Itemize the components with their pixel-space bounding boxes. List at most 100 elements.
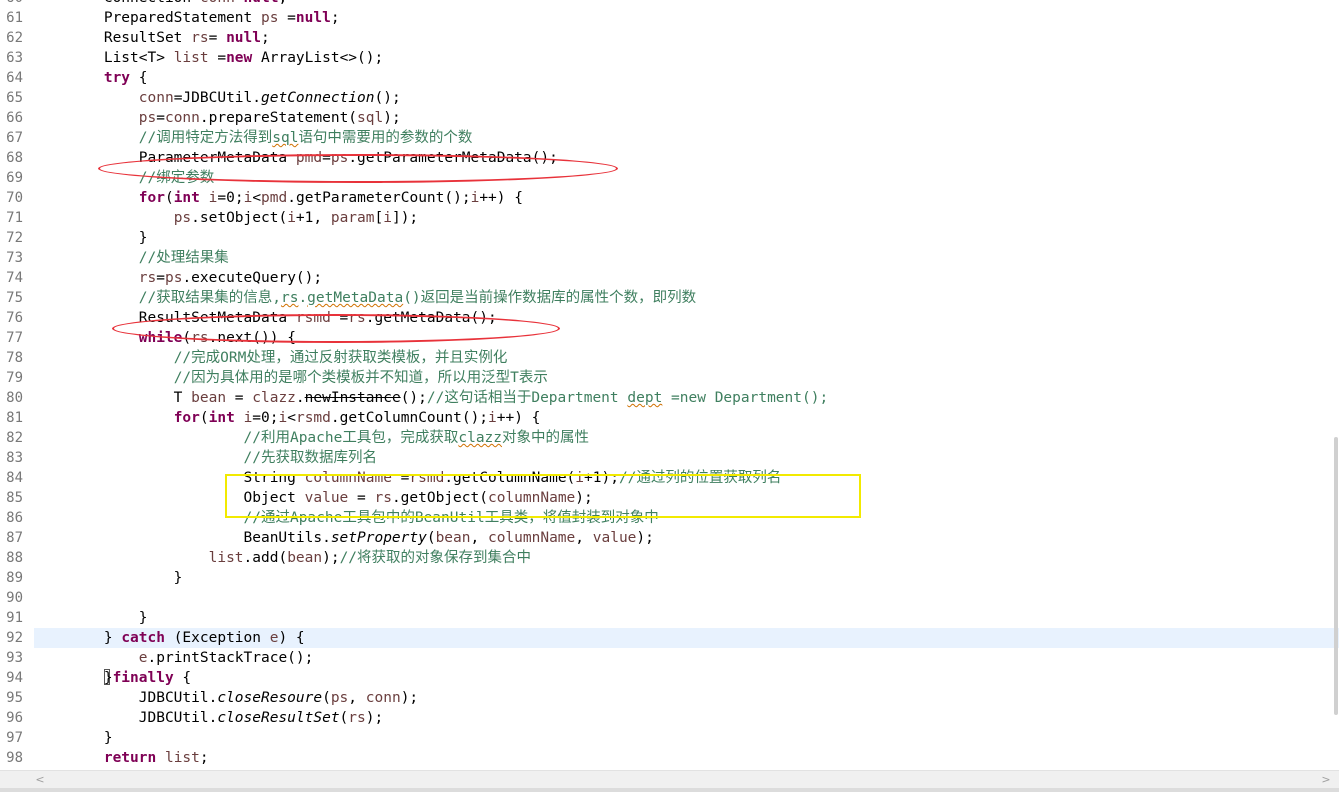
code-token: { [173, 670, 192, 686]
code-token: , [348, 690, 366, 706]
line-number: 70 [6, 190, 23, 206]
code-line[interactable]: ResultSet rs= null; [34, 28, 1339, 48]
code-line[interactable]: } [34, 228, 1339, 248]
code-token: null [244, 0, 279, 6]
code-line[interactable]: String columnName =rsmd.getColumnName(i+… [34, 468, 1339, 488]
code-token: finally [112, 670, 174, 686]
horizontal-scrollbar[interactable]: < > [0, 770, 1339, 788]
code-line[interactable]: PreparedStatement ps =null; [34, 8, 1339, 28]
code-line[interactable]: for(int i=0;i<rsmd.getColumnCount();i++)… [34, 408, 1339, 428]
code-line[interactable] [34, 588, 1339, 608]
vertical-scrollbar[interactable] [1333, 0, 1339, 770]
line-number: 61 [6, 10, 23, 26]
code-token: rs [138, 270, 157, 286]
code-line[interactable]: List<T> list =new ArrayList<>(); [34, 48, 1339, 68]
code-line[interactable]: ps.setObject(i+1, param[i]); [34, 208, 1339, 228]
line-number: 93 [6, 650, 23, 666]
window-bottom-edge [0, 788, 1339, 792]
code-token: //完成ORM处理，通过反射获取类模板，并且实例化 [173, 350, 508, 366]
code-line[interactable]: T bean = clazz.newInstance();//这句话相当于Dep… [34, 388, 1339, 408]
code-line[interactable]: //完成ORM处理，通过反射获取类模板，并且实例化 [34, 348, 1339, 368]
line-number: 77 [6, 330, 23, 346]
code-token: dept [627, 390, 663, 406]
code-token: list [208, 550, 244, 566]
code-line[interactable]: while(rs.next()) { [34, 328, 1339, 348]
code-line[interactable]: JDBCUtil.closeResoure(ps, conn); [34, 688, 1339, 708]
code-line[interactable]: JDBCUtil.closeResultSet(rs); [34, 708, 1339, 728]
code-line[interactable]: list.add(bean);//将获取的对象保存到集合中 [34, 548, 1339, 568]
code-line[interactable]: Connection conn=null; [34, 0, 1339, 8]
line-number: 80 [6, 390, 23, 406]
code-token: //绑定参数 [138, 170, 215, 186]
line-number: 97 [6, 730, 23, 746]
code-line[interactable]: Object value = rs.getObject(columnName); [34, 488, 1339, 508]
code-token: ++) { [479, 190, 523, 206]
code-token: conn [200, 0, 235, 6]
code-line[interactable]: ResultSetMetaData rsmd =rs.getMetaData()… [34, 308, 1339, 328]
code-line[interactable]: //处理结果集 [34, 248, 1339, 268]
code-token: int [208, 410, 235, 426]
line-number: 64 [6, 70, 23, 86]
code-line[interactable]: try { [34, 68, 1339, 88]
code-line[interactable]: }finally { [34, 668, 1339, 688]
code-line[interactable]: } [34, 608, 1339, 628]
code-line[interactable]: return list; [34, 748, 1339, 768]
code-token: //因为具体用的是哪个类模板并不知道，所以用泛型T表示 [173, 370, 548, 386]
code-line[interactable]: } [34, 728, 1339, 748]
code-editor[interactable]: 60 61 62 63 64 65 66 67 68 69 70 71 72 73 74 75 76 77 78 79… [0, 0, 1339, 770]
code-line[interactable]: for(int i=0;i<pmd.getParameterCount();i+… [34, 188, 1339, 208]
code-token: ( [164, 190, 174, 206]
code-token: = [156, 110, 165, 126]
code-token: ; [330, 10, 340, 26]
code-token: //处理结果集 [138, 250, 229, 266]
code-line[interactable]: //调用特定方法得到sql语句中需要用的参数的个数 [34, 128, 1339, 148]
code-token: closeResultSet [217, 710, 340, 726]
code-token: = [322, 150, 331, 166]
code-line[interactable]: BeanUtils.setProperty(bean, columnName, … [34, 528, 1339, 548]
code-token: ArrayList<>(); [252, 50, 384, 66]
code-line[interactable]: } [34, 568, 1339, 588]
code-token: ) { [278, 630, 305, 646]
code-token: return [103, 750, 157, 766]
line-number: 69 [6, 170, 23, 186]
line-number: 94 [6, 670, 23, 686]
code-line[interactable]: //因为具体用的是哪个类模板并不知道，所以用泛型T表示 [34, 368, 1339, 388]
code-line[interactable]: //通过Apache工具包中的BeanUtil工具类，将值封装到对象中 [34, 508, 1339, 528]
code-line[interactable]: //绑定参数 [34, 168, 1339, 188]
line-number: 71 [6, 210, 23, 226]
chevron-left-icon[interactable]: < [32, 772, 48, 787]
code-line[interactable]: rs=ps.executeQuery(); [34, 268, 1339, 288]
code-line[interactable]: ParameterMetaData pmd=ps.getParameterMet… [34, 148, 1339, 168]
chevron-right-icon[interactable]: > [1318, 772, 1334, 787]
line-number: 75 [6, 290, 23, 306]
code-token: rs [191, 30, 209, 46]
code-token: i [278, 410, 288, 426]
vertical-scrollbar-thumb[interactable] [1334, 437, 1338, 715]
code-token: value [592, 530, 637, 546]
code-token: null [295, 10, 331, 26]
line-number: 87 [6, 530, 23, 546]
code-line[interactable]: //先获取数据库列名 [34, 448, 1339, 468]
code-token: list [173, 50, 209, 66]
code-token: ); [383, 110, 401, 126]
code-token: clazz [458, 430, 503, 446]
code-line[interactable]: conn=JDBCUtil.getConnection(); [34, 88, 1339, 108]
line-number: 95 [6, 690, 23, 706]
line-number: 66 [6, 110, 23, 126]
code-line[interactable]: //获取结果集的信息,rs.getMetaData()返回是当前操作数据库的属性… [34, 288, 1339, 308]
code-token: = [156, 270, 165, 286]
code-token: sql [357, 110, 384, 126]
code-token: = [235, 0, 244, 6]
code-line[interactable]: e.printStackTrace(); [34, 648, 1339, 668]
code-line[interactable]: } catch (Exception e) { [34, 628, 1339, 648]
code-token: bean [435, 530, 471, 546]
code-token: i [287, 210, 296, 226]
code-token: int [173, 190, 200, 206]
code-area[interactable]: Connection conn=null; PreparedStatement … [34, 0, 1339, 768]
code-line[interactable]: //利用Apache工具包，完成获取clazz对象中的属性 [34, 428, 1339, 448]
code-line[interactable]: ps=conn.prepareStatement(sql); [34, 108, 1339, 128]
code-token: pmd [261, 190, 288, 206]
